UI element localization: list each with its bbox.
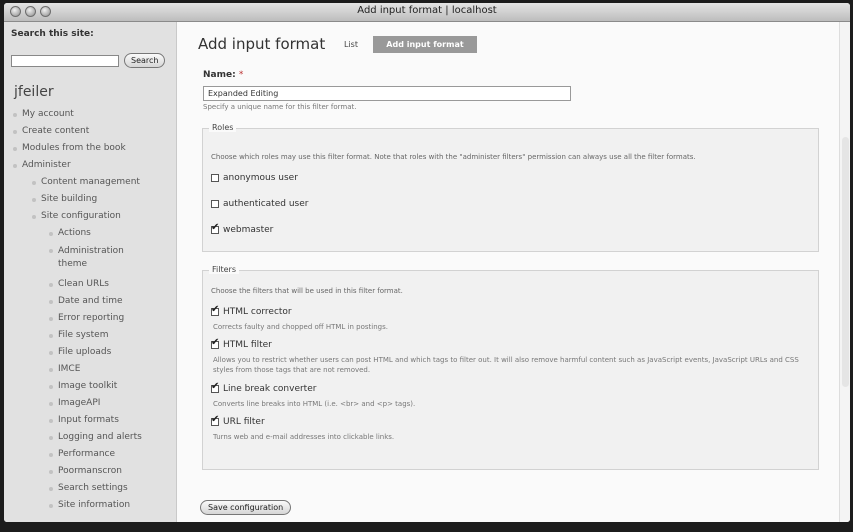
- roles-legend: Roles: [209, 123, 237, 132]
- search-button[interactable]: Search: [124, 53, 166, 68]
- name-input[interactable]: [203, 86, 571, 101]
- nav-item-file-uploads[interactable]: File uploads: [4, 344, 118, 361]
- role-anonymous-checkbox[interactable]: anonymous user: [211, 173, 298, 184]
- checkbox-checked-icon[interactable]: [211, 414, 219, 426]
- scrollbar-thumb[interactable]: [842, 137, 849, 387]
- nav-item-content-management[interactable]: Content management: [4, 174, 176, 191]
- bullet-icon: [49, 283, 53, 287]
- roles-fieldset: Roles Choose which roles may use this fi…: [202, 123, 819, 252]
- filter-line-break-description: Converts line breaks into HTML (i.e. <br…: [213, 400, 416, 408]
- nav-item-file-system[interactable]: File system: [4, 327, 118, 344]
- name-description: Specify a unique name for this filter fo…: [203, 103, 357, 111]
- nav-item-site-building[interactable]: Site building: [4, 191, 176, 208]
- nav-item-date-and-time[interactable]: Date and time: [4, 293, 123, 310]
- bullet-icon: [49, 368, 53, 372]
- bullet-icon: [32, 181, 36, 185]
- bullet-icon: [49, 453, 53, 457]
- nav-item-actions[interactable]: Actions: [4, 225, 118, 242]
- bullet-icon: [49, 334, 53, 338]
- filter-html-filter-checkbox[interactable]: HTML filter: [211, 337, 272, 351]
- nav-item-error-reporting[interactable]: Error reporting: [4, 310, 124, 327]
- bullet-icon: [13, 164, 17, 168]
- filter-url-filter-description: Turns web and e-mail addresses into clic…: [213, 433, 395, 441]
- nav-item-administer[interactable]: Administer: [4, 157, 176, 174]
- filters-fieldset: Filters Choose the filters that will be …: [202, 265, 819, 470]
- nav-item-search-settings[interactable]: Search settings: [4, 480, 128, 497]
- roles-description: Choose which roles may use this filter f…: [211, 153, 696, 161]
- checkbox-checked-icon[interactable]: [211, 222, 219, 234]
- checkbox-checked-icon[interactable]: [211, 381, 219, 393]
- checkbox-unchecked-icon[interactable]: [211, 200, 219, 208]
- bullet-icon: [13, 130, 17, 134]
- nav-item-performance[interactable]: Performance: [4, 446, 118, 463]
- bullet-icon: [49, 317, 53, 321]
- bullet-icon: [49, 419, 53, 423]
- bullet-icon: [32, 198, 36, 202]
- bullet-icon: [49, 470, 53, 474]
- nav-item-my-account[interactable]: My account: [4, 106, 176, 123]
- admin-navigation: My account Create content Modules from t…: [4, 106, 176, 514]
- nav-item-poormanscron[interactable]: Poormanscron: [4, 463, 122, 480]
- bullet-icon: [49, 402, 53, 406]
- tab-list[interactable]: List: [344, 40, 358, 49]
- filter-url-filter-checkbox[interactable]: URL filter: [211, 414, 265, 428]
- nav-item-logging-and-alerts[interactable]: Logging and alerts: [4, 429, 142, 446]
- page-title: Add input format: [198, 35, 326, 53]
- filter-html-corrector-description: Corrects faulty and chopped off HTML in …: [213, 323, 388, 331]
- save-configuration-button[interactable]: Save configuration: [200, 500, 292, 515]
- main-content: Add input format List Add input format N…: [177, 22, 850, 522]
- checkbox-checked-icon[interactable]: [211, 304, 219, 316]
- filter-html-filter-description: Allows you to restrict whether users can…: [213, 356, 799, 374]
- role-webmaster-checkbox[interactable]: webmaster: [211, 222, 273, 236]
- bullet-icon: [49, 300, 53, 304]
- nav-item-imce[interactable]: IMCE: [4, 361, 118, 378]
- filter-line-break-checkbox[interactable]: Line break converter: [211, 381, 316, 395]
- nav-item-image-toolkit[interactable]: Image toolkit: [4, 378, 118, 395]
- bullet-icon: [49, 351, 53, 355]
- bullet-icon: [32, 215, 36, 219]
- sidebar: Search this site: Search jfeiler My acco…: [4, 22, 177, 522]
- bullet-icon: [13, 147, 17, 151]
- window-title: Add input format | localhost: [357, 5, 497, 16]
- bullet-icon: [49, 232, 53, 236]
- scrollbar[interactable]: [839, 22, 850, 522]
- checkbox-unchecked-icon[interactable]: [211, 174, 219, 182]
- browser-window: Add input format | localhost Search this…: [4, 3, 850, 522]
- nav-item-imageapi[interactable]: ImageAPI: [4, 395, 118, 412]
- search-label: Search this site:: [11, 29, 94, 39]
- bullet-icon: [49, 385, 53, 389]
- nav-item-clean-urls[interactable]: Clean URLs: [4, 276, 118, 293]
- nav-item-input-formats[interactable]: Input formats: [4, 412, 119, 429]
- bullet-icon: [49, 249, 53, 253]
- nav-item-create-content[interactable]: Create content: [4, 123, 176, 140]
- nav-item-modules-from-the-book[interactable]: Modules from the book: [4, 140, 176, 157]
- nav-item-site-information[interactable]: Site information: [4, 497, 130, 514]
- username-heading: jfeiler: [14, 84, 54, 100]
- name-label: Name: *: [203, 70, 244, 80]
- tab-add-input-format[interactable]: Add input format: [373, 36, 477, 53]
- required-marker: *: [238, 70, 244, 80]
- nav-item-administration-theme[interactable]: Administration theme: [4, 242, 124, 276]
- bullet-icon: [13, 113, 17, 117]
- filters-description: Choose the filters that will be used in …: [211, 287, 403, 295]
- checkbox-checked-icon[interactable]: [211, 337, 219, 349]
- bullet-icon: [49, 436, 53, 440]
- bullet-icon: [49, 487, 53, 491]
- nav-item-site-configuration[interactable]: Site configuration: [4, 208, 176, 225]
- title-bar: Add input format | localhost: [4, 3, 850, 22]
- role-authenticated-checkbox[interactable]: authenticated user: [211, 199, 308, 210]
- filter-html-corrector-checkbox[interactable]: HTML corrector: [211, 304, 292, 318]
- search-input[interactable]: [11, 55, 119, 67]
- bullet-icon: [49, 504, 53, 508]
- filters-legend: Filters: [209, 265, 239, 274]
